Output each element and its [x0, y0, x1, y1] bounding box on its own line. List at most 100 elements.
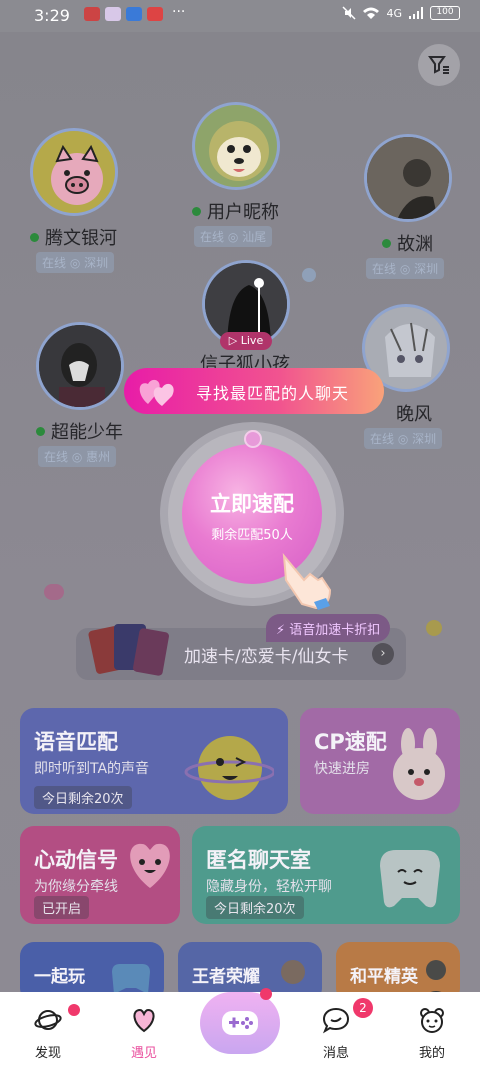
tile-subtitle: 隐藏身份，轻松开聊	[206, 879, 332, 895]
speed-card-text: 加速卡/恋爱卡/仙女卡	[184, 647, 349, 667]
voice-match-tile[interactable]: 语音匹配 即时听到TA的声音 今日剩余20次	[20, 708, 288, 814]
tab-label: 消息	[322, 1046, 349, 1061]
status-time: 3:29	[34, 6, 70, 25]
app-notification-icon	[84, 7, 100, 21]
planet-icon	[34, 1010, 62, 1030]
quick-match-remaining: 剩余匹配50人	[211, 528, 293, 543]
mute-icon	[342, 6, 356, 20]
heart-icon	[133, 1008, 155, 1033]
user-city: 深圳	[414, 262, 439, 276]
bunny-icon	[393, 728, 445, 800]
game-character-icon	[281, 960, 305, 984]
tab-label: 我的	[418, 1046, 445, 1061]
discover-red-dot	[68, 1004, 80, 1016]
app-notification-icon	[147, 7, 163, 21]
match-banner: 寻找最匹配的人聊天	[124, 368, 384, 414]
pointing-hand-icon	[282, 552, 332, 610]
user-name: 晚风	[396, 400, 432, 426]
anonymous-chat-tile[interactable]: 匿名聊天室 隐藏身份，轻松开聊 今日剩余20次	[192, 826, 460, 924]
user-name-text: 超能少年	[51, 422, 123, 443]
game-red-dot	[260, 988, 272, 1000]
tile-title: 心动信号	[34, 848, 118, 872]
tile-title: 匿名聊天室	[206, 848, 311, 872]
user-name: 腾文银河	[30, 224, 117, 250]
decor-bubble	[44, 584, 64, 600]
tile-title: CP速配	[314, 730, 387, 754]
status-bar: 3:29 ··· 4G 100	[0, 0, 480, 32]
tile-title: 王者荣耀	[192, 967, 260, 987]
peace-elite-tile[interactable]: 和平精英	[336, 942, 460, 992]
cp-match-tile[interactable]: CP速配 快速进房	[300, 708, 460, 814]
user-city: 汕尾	[242, 230, 267, 244]
gamepad-icon	[222, 1011, 258, 1035]
online-dot	[192, 206, 201, 216]
heart-signal-tile[interactable]: 心动信号 为你缘分牵线 已开启	[20, 826, 180, 924]
user-card[interactable]: 故渊 在线 ◎ 深圳	[362, 134, 462, 284]
user-location: 在线 ◎ 汕尾	[194, 226, 273, 247]
play-together-tile[interactable]: 一起玩	[20, 942, 164, 992]
tile-badge: 今日剩余20次	[206, 896, 304, 919]
user-location: 在线 ◎ 深圳	[364, 428, 443, 449]
dog-avatar-icon	[209, 121, 269, 181]
user-name: 用户昵称	[192, 198, 279, 224]
filter-button[interactable]	[418, 44, 460, 86]
tile-title: 和平精英	[350, 967, 418, 987]
user-name: 超能少年	[36, 418, 123, 444]
wifi-icon	[363, 7, 380, 19]
user-avatar[interactable]	[30, 128, 118, 216]
chat-icon	[322, 1007, 350, 1034]
tile-title: 一起玩	[34, 967, 85, 987]
ring-indicator-dot	[244, 430, 262, 448]
tile-title: 语音匹配	[34, 730, 118, 754]
honor-of-kings-tile[interactable]: 王者荣耀	[178, 942, 322, 992]
user-card[interactable]: 腾文银河 在线 ◎ 深圳	[28, 128, 158, 278]
cards-icon	[88, 624, 169, 676]
banner-text: 寻找最匹配的人聊天	[196, 384, 350, 403]
quick-match-title: 立即速配	[210, 492, 294, 516]
user-location: 在线 ◎ 深圳	[366, 258, 445, 279]
decor-bubble	[426, 620, 442, 636]
speed-discount-tag: ⚡ 语音加速卡折扣	[266, 614, 391, 642]
tab-label: 遇见	[130, 1046, 157, 1061]
user-avatar[interactable]	[36, 322, 124, 410]
system-icons: 4G 100	[342, 6, 460, 20]
tile-badge: 今日剩余20次	[34, 786, 132, 809]
signal-icon	[409, 7, 423, 19]
tile-subtitle: 为你缘分牵线	[34, 879, 118, 895]
tab-meet[interactable]: 遇见	[109, 992, 179, 1067]
user-avatar[interactable]	[192, 102, 280, 190]
user-card[interactable]: 用户昵称 在线 ◎ 汕尾	[190, 102, 300, 252]
online-dot	[382, 238, 391, 248]
emoji-face-icon	[184, 736, 274, 800]
bear-icon	[420, 1008, 444, 1033]
user-name-text: 晚风	[396, 404, 432, 425]
soldier-icon	[426, 960, 446, 992]
tile-subtitle: 快速进房	[314, 761, 370, 777]
user-name-text: 故渊	[397, 234, 433, 255]
person-avatar-icon	[367, 137, 449, 219]
battery-icon: 100	[430, 6, 460, 20]
user-location: 在线 ◎ 深圳	[36, 252, 115, 273]
user-status: 在线	[370, 432, 395, 446]
user-city: 深圳	[84, 256, 109, 270]
chevron-right-icon: ›	[372, 643, 394, 665]
user-card[interactable]: ▷ Live 信子狐小孩	[200, 260, 310, 375]
network-type: 4G	[386, 6, 402, 20]
user-name: 故渊	[382, 230, 433, 256]
tile-subtitle: 即时听到TA的声音	[34, 761, 150, 777]
user-status: 在线	[200, 230, 225, 244]
meet-page: 腾文银河 在线 ◎ 深圳 用户昵称 在线 ◎ 汕尾 故渊 在线 ◎ 深圳 ▷ L…	[0, 32, 480, 992]
more-notifications: ···	[172, 4, 186, 20]
decor-bubble	[302, 268, 316, 282]
pig-avatar-icon	[51, 144, 103, 205]
tab-mine[interactable]: 我的	[397, 992, 467, 1067]
tab-game-center[interactable]	[200, 992, 280, 1054]
app-notification-icon	[105, 7, 121, 21]
app-notification-icon	[126, 7, 142, 21]
gamepad-face-icon	[380, 850, 440, 908]
user-location: 在线 ◎ 惠州	[38, 446, 117, 467]
notification-icons	[84, 7, 163, 21]
user-avatar[interactable]	[364, 134, 452, 222]
user-name-text: 腾文银河	[45, 228, 117, 249]
heart-face-icon	[130, 843, 170, 888]
